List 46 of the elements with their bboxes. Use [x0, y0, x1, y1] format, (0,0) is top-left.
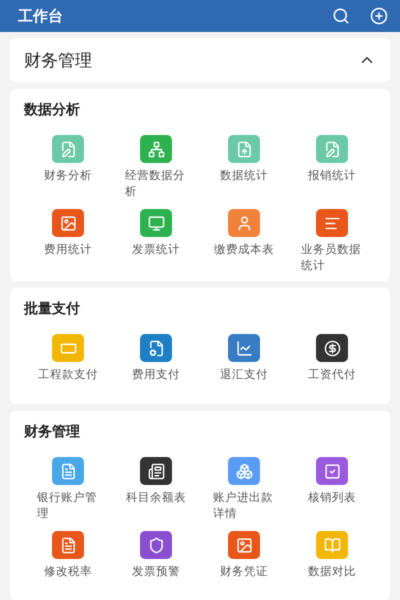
item-label[interactable]: 财务分析: [44, 168, 92, 184]
item-label[interactable]: 财务凭证: [220, 564, 268, 580]
item-label[interactable]: 核销列表: [308, 490, 356, 506]
item-label[interactable]: 业务员数据统计: [301, 242, 363, 274]
document-icon[interactable]: [140, 334, 172, 362]
document-icon[interactable]: [228, 135, 260, 163]
item-label[interactable]: 数据统计: [220, 168, 268, 184]
item-label[interactable]: 费用支付: [132, 367, 180, 383]
item-label[interactable]: 银行账户管理: [37, 490, 99, 522]
item-label[interactable]: 工资代付: [308, 367, 356, 383]
page-title: 工作台: [18, 6, 64, 26]
hierarchy-icon[interactable]: [140, 135, 172, 163]
section-title: 财务管理: [24, 423, 81, 442]
item-label[interactable]: 经营数据分析: [125, 168, 187, 200]
module-header[interactable]: 财务管理: [10, 38, 390, 82]
module-title: 财务管理: [24, 50, 93, 72]
image-icon[interactable]: [52, 209, 84, 238]
boxes-icon[interactable]: [228, 457, 260, 486]
document-icon[interactable]: [52, 531, 84, 560]
item-label[interactable]: 账户进出款详情: [213, 490, 275, 522]
lines-icon[interactable]: [316, 209, 348, 238]
person-icon[interactable]: [228, 209, 260, 238]
add-button[interactable]: [370, 7, 388, 25]
item-label[interactable]: 科目余额表: [126, 490, 186, 506]
item-label[interactable]: 工程款支付: [38, 367, 98, 383]
item-label[interactable]: 报销统计: [308, 168, 356, 184]
note-icon[interactable]: [316, 135, 348, 163]
item-label[interactable]: 费用统计: [44, 242, 92, 258]
checklist-icon[interactable]: [316, 457, 348, 486]
item-label[interactable]: 退汇支付: [220, 367, 268, 383]
document-icon[interactable]: [52, 457, 84, 486]
item-label[interactable]: 发票统计: [132, 242, 180, 258]
note-icon[interactable]: [52, 135, 84, 163]
item-label[interactable]: 缴费成本表: [214, 242, 274, 258]
search-button[interactable]: [332, 7, 350, 25]
monitor-icon[interactable]: [140, 209, 172, 238]
item-label[interactable]: 修改税率: [44, 564, 92, 580]
section-title: 批量支付: [24, 300, 81, 318]
image-icon[interactable]: [228, 531, 260, 560]
section-title: 数据分析: [24, 101, 81, 119]
coin-icon[interactable]: [316, 334, 348, 362]
chart-icon[interactable]: [228, 334, 260, 362]
item-label[interactable]: 数据对比: [308, 564, 356, 580]
item-label[interactable]: 发票预警: [132, 564, 180, 580]
shield-icon[interactable]: [140, 531, 172, 560]
newspaper-icon[interactable]: [140, 457, 172, 486]
